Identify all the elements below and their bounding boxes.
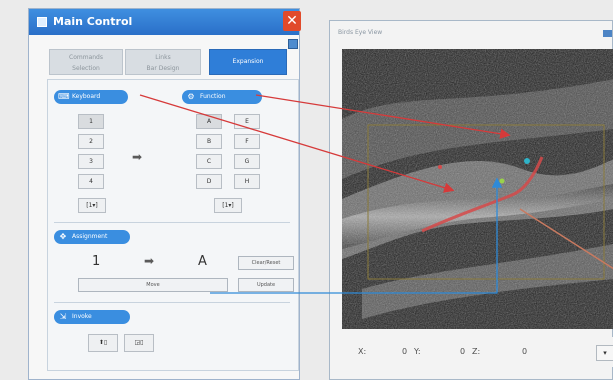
birds-eye-window: Birds Eye View X: 0 Y: 0 Z: 0 ▾ [329,20,613,380]
key-right-A[interactable]: A [196,114,222,129]
assign-to-value: A [198,254,207,269]
invoke-button-2[interactable]: ◲▯ [124,334,154,352]
divider [54,302,290,303]
key-right-G[interactable]: G [234,154,260,169]
birds-eye-title: Birds Eye View [338,29,383,36]
tab-links[interactable]: Links Bar Design [125,49,201,75]
section-invoke[interactable]: ⇲ Invoke [54,310,130,324]
y-label: Y: [414,347,421,356]
main-control-window: Main Control ✕ Commands Selection Links … [28,8,301,380]
tab-links-sublabel: Bar Design [146,65,180,72]
assign-from-value: 1 [92,254,101,269]
left-stepper[interactable]: [1▾] [78,198,106,213]
z-label: Z: [472,347,481,356]
key-right-E[interactable]: E [234,114,260,129]
tab-commands-sublabel: Selection [72,65,100,72]
move-button[interactable]: Move [78,278,228,292]
clear-reset-button[interactable]: Clear/Reset [238,256,294,270]
key-left-1[interactable]: 1 [78,114,104,129]
section-keyboard-label: Keyboard [72,93,101,100]
tab-commands-label: Commands [69,54,103,61]
y-value: 0 [460,347,466,356]
section-function[interactable]: ⚙ Function [182,90,262,104]
section-assignment[interactable]: ✥ Assignment [54,230,130,244]
chevron-down-icon[interactable]: ▾ [596,345,613,361]
section-assignment-label: Assignment [72,233,108,240]
section-function-label: Function [200,93,226,100]
function-icon: ⚙ [187,92,195,101]
z-value: 0 [522,347,528,356]
keyboard-icon: ⌨ [58,92,70,101]
stage: Main Control ✕ Commands Selection Links … [0,0,613,380]
pin-icon[interactable] [603,30,612,37]
close-icon[interactable]: ✕ [283,11,301,31]
right-stepper[interactable]: [1▾] [214,198,242,213]
tab-commands[interactable]: Commands Selection [49,49,123,75]
app-icon [37,17,47,27]
key-left-2[interactable]: 2 [78,134,104,149]
update-button[interactable]: Update [238,278,294,292]
key-right-H[interactable]: H [234,174,260,189]
invoke-icon: ⇲ [59,312,67,321]
x-value: 0 [402,347,408,356]
key-right-B[interactable]: B [196,134,222,149]
invoke-button-1[interactable]: ⬆▯ [88,334,118,352]
expansion-panel: ⌨ Keyboard ⚙ Function 1 2 3 4 ➡ A E B F … [47,79,299,371]
coordinate-bar: X: 0 Y: 0 Z: 0 [342,337,613,367]
tab-expansion-label: Expansion [232,58,264,65]
main-control-titlebar[interactable]: Main Control [29,9,299,35]
map-arrow-icon: ➡ [132,150,143,164]
divider [54,222,290,223]
key-left-3[interactable]: 3 [78,154,104,169]
key-right-D[interactable]: D [196,174,222,189]
section-invoke-label: Invoke [72,313,92,320]
move-icon: ✥ [59,232,67,241]
key-right-F[interactable]: F [234,134,260,149]
tab-expansion[interactable]: Expansion [209,49,287,75]
assign-arrow-icon: ➡ [144,254,155,268]
birds-eye-viewport[interactable] [342,49,613,329]
x-label: X: [358,347,367,356]
key-left-4[interactable]: 4 [78,174,104,189]
scan-image [342,49,613,329]
tab-links-label: Links [155,54,171,61]
section-keyboard[interactable]: ⌨ Keyboard [54,90,128,104]
key-right-C[interactable]: C [196,154,222,169]
main-control-title: Main Control [53,15,133,28]
pin-icon[interactable] [288,39,298,49]
